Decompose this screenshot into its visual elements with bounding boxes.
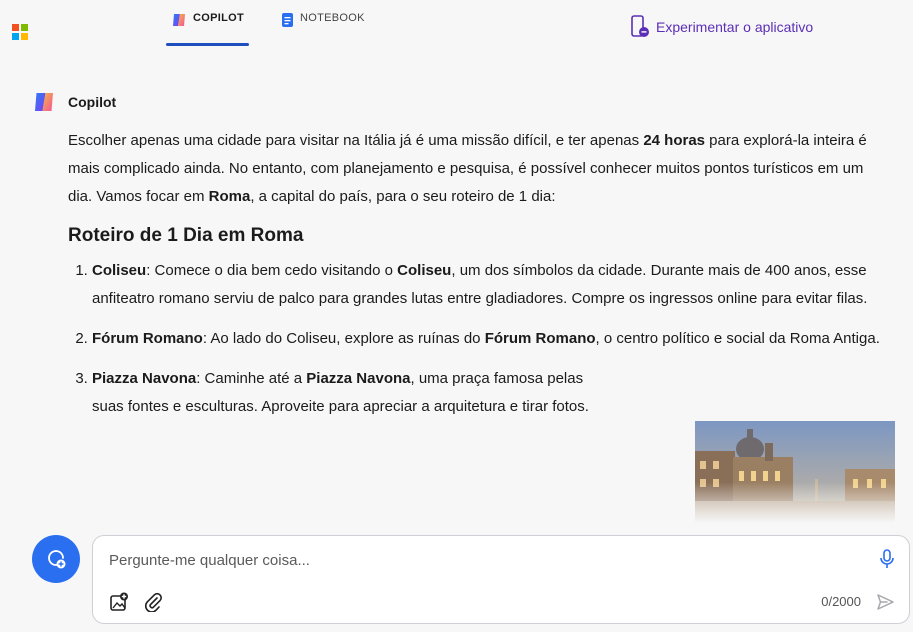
itinerary-heading: Roteiro de 1 Dia em Roma [68, 225, 304, 246]
message-body: Escolher apenas uma cidade para visitar … [68, 127, 883, 433]
piazza-navona-image[interactable] [695, 421, 895, 523]
top-bar: COPILOT NOTEBOOK Experimentar o aplicati… [0, 0, 913, 56]
microphone-button[interactable] [879, 549, 895, 574]
new-chat-icon [48, 550, 66, 569]
send-button[interactable] [875, 592, 895, 617]
list-item: Piazza Navona: Caminhe até a Piazza Navo… [92, 365, 592, 421]
message-sender: Copilot [68, 94, 117, 110]
add-image-button[interactable] [109, 592, 129, 617]
paperclip-icon [145, 592, 162, 613]
phone-chat-icon [631, 15, 649, 37]
copilot-avatar-icon [35, 93, 53, 111]
bold-term: Roma [208, 188, 251, 205]
send-icon [877, 594, 894, 610]
intro-paragraph: Escolher apenas uma cidade para visitar … [68, 132, 867, 205]
active-tab-indicator [166, 43, 249, 46]
tab-copilot-label: COPILOT [193, 12, 244, 24]
bold-term: Fórum Romano [484, 330, 596, 347]
tab-notebook-label: NOTEBOOK [300, 12, 365, 24]
itinerary-list: Coliseu: Comece o dia bem cedo visitando… [68, 257, 883, 421]
new-topic-button[interactable] [32, 535, 80, 583]
bold-term: Piazza Navona [92, 370, 197, 387]
bold-term: 24 horas [643, 132, 706, 149]
bold-term: Fórum Romano [92, 330, 203, 347]
bold-term: Coliseu [397, 262, 452, 279]
microphone-icon [880, 549, 894, 568]
image-add-icon [110, 592, 128, 611]
chat-composer: 0/2000 [92, 535, 910, 624]
tab-copilot[interactable]: COPILOT [166, 12, 249, 46]
chat-input[interactable] [107, 548, 851, 572]
notebook-icon [282, 13, 293, 27]
bold-term: Piazza Navona [306, 370, 411, 387]
attach-file-button[interactable] [143, 592, 163, 617]
tab-notebook[interactable]: NOTEBOOK [281, 12, 365, 46]
bold-term: Coliseu [92, 262, 147, 279]
try-app-label: Experimentar o aplicativo [656, 19, 814, 35]
message-header: Copilot [32, 90, 116, 114]
character-counter: 0/2000 [821, 594, 861, 609]
copilot-icon [173, 14, 185, 26]
microsoft-logo-icon[interactable] [12, 24, 28, 40]
list-item: Fórum Romano: Ao lado do Coliseu, explor… [92, 325, 883, 353]
try-app-link[interactable]: Experimentar o aplicativo [630, 15, 813, 39]
list-item: Coliseu: Comece o dia bem cedo visitando… [92, 257, 883, 313]
